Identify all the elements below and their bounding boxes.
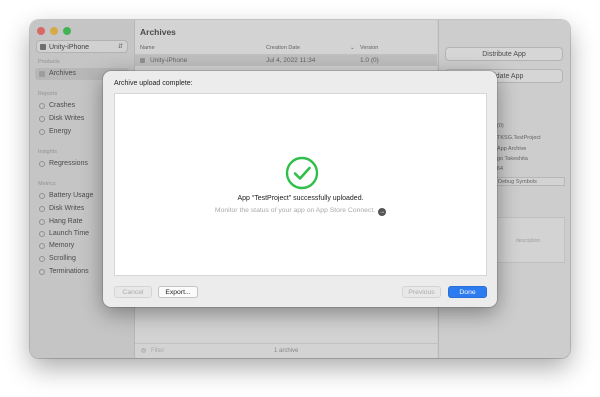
done-button[interactable]: Done (448, 286, 487, 298)
sheet-title: Archive upload complete: (114, 80, 193, 87)
success-message: App “TestProject” successfully uploaded. (237, 195, 364, 202)
export-button[interactable]: Export... (158, 286, 198, 298)
success-checkmark-icon (285, 156, 319, 190)
arrow-right-circle-icon[interactable]: → (378, 208, 387, 216)
sheet-content-panel: App “TestProject” successfully uploaded.… (114, 93, 487, 276)
previous-button[interactable]: Previous (402, 286, 441, 298)
upload-complete-sheet: Archive upload complete: App “TestProjec… (103, 71, 497, 307)
status-hint: Monitor the status of your app on App St… (115, 207, 486, 216)
status-hint-text: Monitor the status of your app on App St… (214, 207, 376, 214)
cancel-button[interactable]: Cancel (114, 286, 152, 298)
